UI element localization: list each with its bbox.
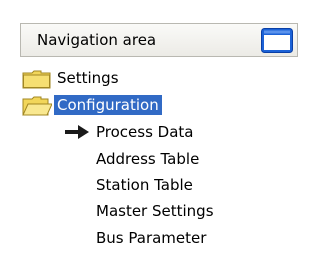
- tree-item-label: Settings: [57, 69, 119, 87]
- navigation-tree: Settings Configuration Process Data Addr…: [0, 60, 302, 279]
- navigation-panel: Navigation area Settings Configuration P…: [0, 0, 302, 279]
- tree-item-label: Address Table: [96, 150, 200, 168]
- window-panel-icon[interactable]: [260, 27, 294, 54]
- tree-item-configuration[interactable]: Configuration: [22, 93, 242, 117]
- folder-closed-icon: [22, 69, 52, 89]
- navigation-header-title: Navigation area: [37, 31, 157, 49]
- tree-item-address-table[interactable]: Address Table: [64, 147, 264, 171]
- tree-item-label: Station Table: [96, 176, 193, 194]
- arrow-right-icon: [64, 124, 90, 140]
- tree-item-label: Master Settings: [96, 202, 214, 220]
- tree-item-process-data[interactable]: Process Data: [64, 120, 264, 144]
- tree-item-label: Configuration: [54, 95, 162, 115]
- tree-item-bus-parameter[interactable]: Bus Parameter: [64, 226, 274, 250]
- tree-item-station-table[interactable]: Station Table: [64, 173, 264, 197]
- tree-item-master-settings[interactable]: Master Settings: [64, 199, 274, 223]
- tree-item-settings[interactable]: Settings: [22, 66, 222, 90]
- navigation-header: Navigation area: [20, 23, 298, 57]
- tree-item-label: Process Data: [96, 123, 194, 141]
- tree-item-label: Bus Parameter: [96, 229, 207, 247]
- folder-open-icon: [22, 96, 53, 116]
